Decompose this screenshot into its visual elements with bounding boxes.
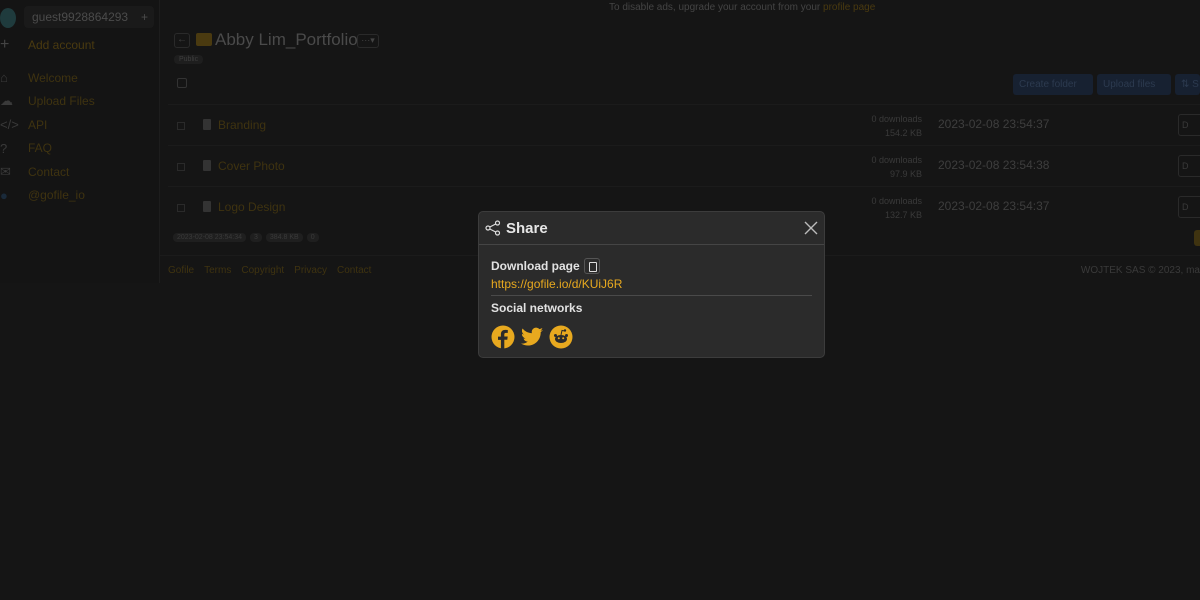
created-date-badge: 2023-02-08 23:54:34 bbox=[173, 233, 246, 242]
sidebar-item-api[interactable]: </> API bbox=[0, 113, 95, 137]
envelope-icon: ✉ bbox=[0, 163, 11, 179]
twitter-icon: ● bbox=[0, 187, 8, 203]
file-checkbox[interactable] bbox=[177, 204, 185, 212]
file-checkbox[interactable] bbox=[177, 122, 185, 130]
upload-icon: ☁ bbox=[0, 93, 13, 109]
folder-icon bbox=[196, 33, 212, 46]
file-row[interactable]: Cover Photo 0 downloads 97.9 KB 2023-02-0… bbox=[168, 145, 1200, 186]
facebook-icon[interactable] bbox=[491, 325, 515, 349]
sort-button[interactable]: ⇅ S bbox=[1175, 74, 1200, 95]
footer-link-copyright[interactable]: Copyright bbox=[241, 265, 284, 276]
footer-link-gofile[interactable]: Gofile bbox=[168, 265, 194, 276]
download-count: 0 downloads bbox=[871, 155, 922, 165]
close-icon[interactable] bbox=[803, 220, 819, 236]
file-stats: 0 downloads 154.2 KB bbox=[871, 112, 922, 140]
sidebar-item-twitter[interactable]: ● @gofile_io bbox=[0, 184, 95, 208]
file-size: 154.2 KB bbox=[884, 128, 922, 138]
ad-text: To disable ads, upgrade your account fro… bbox=[609, 2, 824, 13]
plus-icon[interactable]: + bbox=[141, 10, 148, 24]
sidebar-item-upload[interactable]: ☁ Upload Files bbox=[0, 90, 95, 114]
profile-page-link[interactable]: profile page bbox=[823, 2, 875, 13]
download-count: 0 downloads bbox=[871, 114, 922, 124]
file-stats: 0 downloads 97.9 KB bbox=[871, 153, 922, 181]
file-size: 97.9 KB bbox=[889, 169, 922, 179]
folder-menu-button[interactable]: ···▾ bbox=[357, 34, 379, 48]
copyright-text: WOJTEK SAS © 2023, ma bbox=[1080, 265, 1200, 276]
code-icon: </> bbox=[0, 117, 19, 133]
download-button[interactable]: D bbox=[1178, 196, 1200, 218]
download-count: 0 downloads bbox=[871, 196, 922, 206]
file-checkbox[interactable] bbox=[177, 163, 185, 171]
reddit-icon[interactable] bbox=[549, 325, 573, 349]
file-count-badge: 3 bbox=[250, 233, 262, 242]
file-icon bbox=[203, 201, 211, 212]
file-stats: 0 downloads 132.7 KB bbox=[871, 194, 922, 222]
twitter-icon[interactable] bbox=[520, 325, 544, 349]
upload-files-button[interactable]: Upload files bbox=[1097, 74, 1171, 95]
ad-notice: To disable ads, upgrade your account fro… bbox=[609, 2, 875, 13]
visibility-badge: Public bbox=[174, 55, 204, 64]
sidebar-item-label: Upload Files bbox=[28, 94, 95, 109]
sidebar-item-contact[interactable]: ✉ Contact bbox=[0, 160, 95, 184]
file-name[interactable]: Logo Design bbox=[218, 200, 285, 214]
file-date: 2023-02-08 23:54:37 bbox=[938, 199, 1050, 213]
file-size: 132.7 KB bbox=[884, 210, 922, 220]
account-name: guest9928864293 bbox=[32, 10, 129, 24]
footer-link-terms[interactable]: Terms bbox=[204, 265, 231, 276]
social-networks-label: Social networks bbox=[491, 301, 583, 315]
add-account-label: Add account bbox=[28, 38, 95, 52]
footer-links: Gofile Terms Copyright Privacy Contact bbox=[168, 265, 371, 276]
sidebar-item-label: @gofile_io bbox=[28, 188, 85, 203]
create-folder-button[interactable]: Create folder bbox=[1013, 74, 1093, 95]
select-all-checkbox[interactable] bbox=[177, 78, 187, 88]
total-size-badge: 384.8 KB bbox=[265, 233, 303, 242]
download-button[interactable]: D bbox=[1178, 114, 1200, 136]
add-account-link[interactable]: + Add account bbox=[0, 36, 95, 54]
sidebar-item-label: Contact bbox=[28, 164, 70, 179]
download-button[interactable]: D bbox=[1178, 155, 1200, 177]
action-button[interactable] bbox=[1194, 230, 1200, 246]
downloads-badge: 0 bbox=[306, 233, 319, 242]
download-page-link[interactable]: https://gofile.io/d/KUiJ6R bbox=[491, 277, 812, 296]
logo-icon bbox=[0, 8, 16, 28]
sidebar-item-label: FAQ bbox=[28, 141, 53, 156]
file-name[interactable]: Cover Photo bbox=[218, 159, 285, 173]
footer-link-contact[interactable]: Contact bbox=[337, 265, 371, 276]
folder-title: Abby Lim_Portfolio bbox=[215, 30, 358, 49]
file-date: 2023-02-08 23:54:38 bbox=[938, 158, 1050, 172]
file-name[interactable]: Branding bbox=[218, 118, 266, 132]
footer-link-privacy[interactable]: Privacy bbox=[294, 265, 327, 276]
modal-title: Share bbox=[506, 219, 548, 237]
download-page-label: Download page bbox=[491, 259, 580, 273]
back-button[interactable]: ← bbox=[174, 33, 190, 48]
file-row[interactable]: Branding 0 downloads 154.2 KB 2023-02-08 … bbox=[168, 104, 1200, 145]
file-date: 2023-02-08 23:54:37 bbox=[938, 117, 1050, 131]
sidebar-item-faq[interactable]: ? FAQ bbox=[0, 137, 95, 161]
question-icon: ? bbox=[0, 140, 8, 156]
plus-icon: + bbox=[0, 36, 10, 53]
home-icon: ⌂ bbox=[0, 70, 8, 86]
copy-clipboard-button[interactable] bbox=[583, 258, 600, 274]
sidebar: guest9928864293 + + Add account ⌂ Welcome ☁… bbox=[0, 0, 160, 283]
sidebar-item-label: Welcome bbox=[28, 70, 78, 85]
share-icon bbox=[485, 220, 501, 236]
file-icon bbox=[203, 119, 211, 130]
folder-info-badges: 2023-02-08 23:54:34 3 384.8 KB 0 bbox=[173, 233, 319, 242]
account-selector[interactable]: guest9928864293 + bbox=[24, 6, 154, 28]
sidebar-item-label: API bbox=[28, 117, 48, 132]
sidebar-item-welcome[interactable]: ⌂ Welcome bbox=[0, 66, 95, 90]
share-modal: Share Download page https://gofile.io/d/… bbox=[478, 211, 825, 358]
file-icon bbox=[203, 160, 211, 171]
modal-header: Share bbox=[479, 212, 824, 245]
